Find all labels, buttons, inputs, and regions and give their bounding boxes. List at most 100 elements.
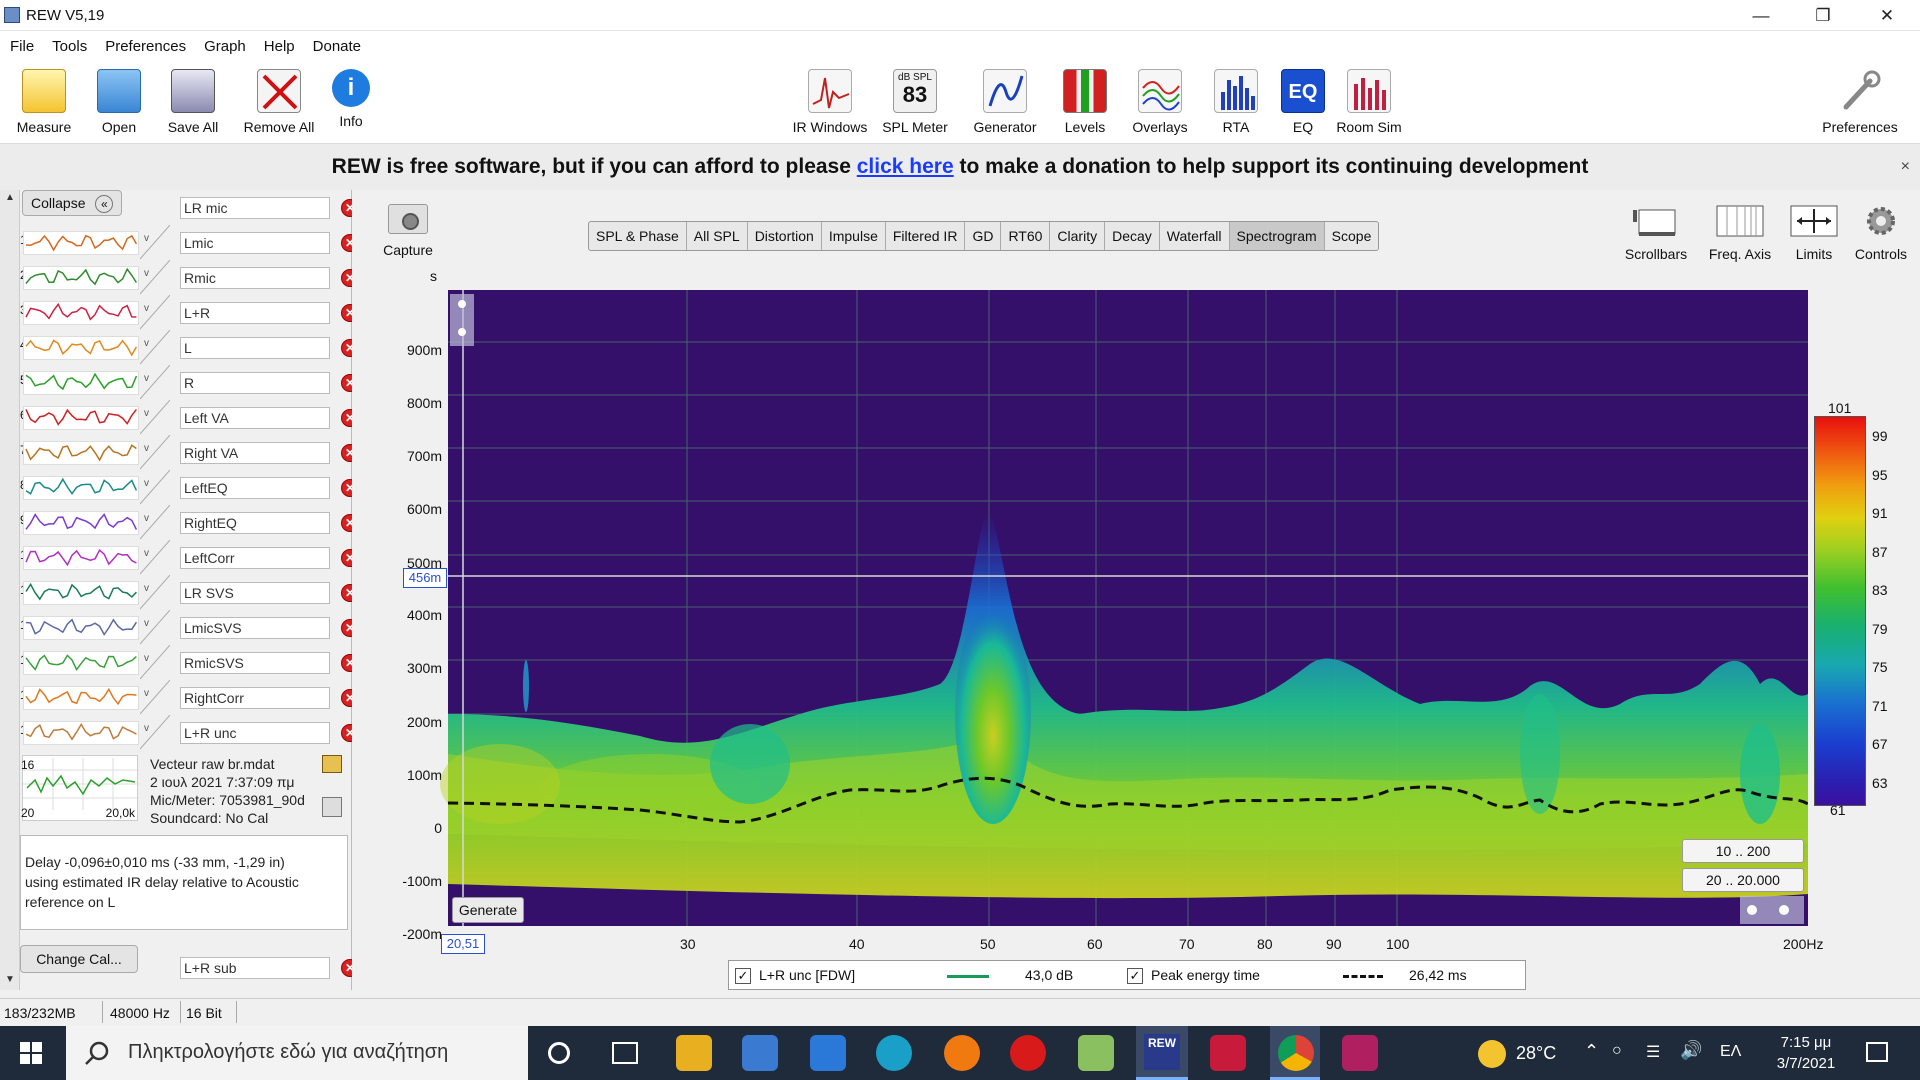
measurement-row[interactable]: 15vL+R unc✕ (20, 714, 359, 750)
scroll-up-icon[interactable]: ▲ (2, 192, 18, 206)
measurement-row[interactable]: 2vRmic✕ (20, 259, 359, 295)
measurement-thumbnail[interactable] (23, 441, 139, 465)
tab-gd[interactable]: GD (965, 222, 1002, 250)
donate-link[interactable]: click here (857, 155, 954, 178)
x-zoom-in-icon[interactable] (1779, 905, 1789, 915)
measurement-row[interactable]: 12vLmicSVS✕ (20, 609, 359, 645)
winrar-icon[interactable] (1342, 1035, 1378, 1071)
measurement-row[interactable]: 14vRightCorr✕ (20, 679, 359, 715)
freq-axis-button[interactable]: Freq. Axis (1702, 204, 1778, 262)
measurement-name-input[interactable]: LeftEQ (180, 477, 330, 499)
measurement-name-input[interactable]: L (180, 337, 330, 359)
chrome-taskbar-button[interactable] (1270, 1026, 1320, 1080)
measurement-row[interactable]: 5vR✕ (20, 364, 359, 400)
tab-filtered-ir[interactable]: Filtered IR (886, 222, 966, 250)
measurement-name-input[interactable]: RightEQ (180, 512, 330, 534)
tab-spectrogram[interactable]: Spectrogram (1229, 222, 1325, 250)
measurement-thumbnail[interactable] (23, 721, 139, 745)
remove-all-button[interactable]: Remove All (236, 67, 322, 143)
measurement-name-input[interactable]: R (180, 372, 330, 394)
archive-icon[interactable] (1078, 1035, 1114, 1071)
measurement-thumbnail[interactable] (23, 581, 139, 605)
cortana-icon[interactable] (548, 1042, 570, 1064)
menu-donate[interactable]: Donate (311, 36, 363, 57)
banner-close-icon[interactable]: × (1901, 144, 1910, 190)
info-button[interactable]: i Info (330, 67, 372, 143)
measurement-thumbnail[interactable] (23, 546, 139, 570)
capture-button[interactable]: Capture (378, 204, 438, 258)
tab-rt60[interactable]: RT60 (1001, 222, 1051, 250)
app-icon-red[interactable] (1210, 1035, 1246, 1071)
overlays-button[interactable]: Overlays (1126, 67, 1194, 143)
measurement-thumbnail[interactable] (23, 616, 139, 640)
measurement-thumbnail[interactable] (23, 406, 139, 430)
menu-preferences[interactable]: Preferences (103, 36, 188, 57)
measurement-thumbnail[interactable] (23, 511, 139, 535)
measurements-scrollbar[interactable]: ▲ ▼ (0, 190, 20, 990)
frequency-range-button[interactable]: 20 .. 20.000 (1682, 868, 1804, 892)
opera-icon[interactable] (1010, 1035, 1046, 1071)
spectrogram-plot[interactable] (380, 284, 1808, 960)
tab-scope[interactable]: Scope (1325, 222, 1379, 250)
tab-impulse[interactable]: Impulse (822, 222, 886, 250)
measurement-thumbnail[interactable] (23, 266, 139, 290)
series-1-checkbox[interactable]: ✓ (735, 968, 751, 984)
room-sim-button[interactable]: Room Sim (1334, 67, 1404, 143)
controls-button[interactable]: Controls (1850, 204, 1912, 262)
series-2-checkbox[interactable]: ✓ (1127, 968, 1143, 984)
measurement-name-input[interactable]: Lmic (180, 232, 330, 254)
tab-distortion[interactable]: Distortion (748, 222, 822, 250)
clock[interactable]: 7:15 μμ 3/7/2021 (1766, 1032, 1846, 1074)
measurement-name-input[interactable]: LeftCorr (180, 547, 330, 569)
mail-icon[interactable] (810, 1035, 846, 1071)
open-button[interactable]: Open (88, 67, 150, 143)
measurement-row[interactable]: 4vL✕ (20, 329, 359, 365)
measure-button[interactable]: Measure (10, 67, 78, 143)
measurement-name-input[interactable]: L+R unc (180, 722, 330, 744)
tab-decay[interactable]: Decay (1105, 222, 1160, 250)
measurement-row[interactable]: 11vLR SVS✕ (20, 574, 359, 610)
network-icon[interactable]: ○ (1612, 1042, 1622, 1060)
tray-chevron-icon[interactable]: ⌃ (1584, 1041, 1599, 1062)
language-indicator[interactable]: ΕΛ (1720, 1043, 1741, 1061)
tab-spl-phase[interactable]: SPL & Phase (589, 222, 687, 250)
ir-windows-button[interactable]: IR Windows (790, 67, 870, 143)
measurement-name-input[interactable]: L+R (180, 302, 330, 324)
tab-clarity[interactable]: Clarity (1050, 222, 1106, 250)
menu-tools[interactable]: Tools (50, 36, 89, 57)
measurement-row[interactable]: 8vLeftEQ✕ (20, 469, 359, 505)
time-range-button[interactable]: 10 .. 200 (1682, 839, 1804, 863)
measurement-thumbnail[interactable] (23, 476, 139, 500)
minimize-button[interactable]: — (1730, 0, 1792, 31)
measurement-thumbnail[interactable] (23, 231, 139, 255)
edge-icon[interactable] (876, 1035, 912, 1071)
close-button[interactable]: ✕ (1856, 0, 1918, 31)
menu-graph[interactable]: Graph (202, 36, 248, 57)
selected-thumbnail[interactable]: 16 20 20,0k (21, 755, 139, 821)
measurement-name-input[interactable]: RightCorr (180, 687, 330, 709)
preferences-button[interactable]: Preferences (1818, 67, 1902, 143)
measurement-row[interactable]: 13vRmicSVS✕ (20, 644, 359, 680)
store-icon[interactable] (742, 1035, 778, 1071)
windows-start-icon[interactable] (20, 1042, 42, 1064)
measurement-thumbnail[interactable] (23, 686, 139, 710)
measurement-name-input[interactable]: Right VA (180, 442, 330, 464)
measurement-row[interactable]: 6vLeft VA✕ (20, 399, 359, 435)
measurement-name-input[interactable]: RmicSVS (180, 652, 330, 674)
x-zoom-out-icon[interactable] (1747, 905, 1757, 915)
restore-button[interactable]: ❐ (1792, 0, 1854, 31)
measurement-name-input[interactable]: LmicSVS (180, 617, 330, 639)
file-explorer-icon[interactable] (676, 1035, 712, 1071)
limits-button[interactable]: Limits (1786, 204, 1842, 262)
measurement-thumbnail[interactable] (23, 301, 139, 325)
volume-icon[interactable]: 🔊 (1680, 1040, 1702, 1061)
measurement-row[interactable]: 7vRight VA✕ (20, 434, 359, 470)
weather-icon[interactable] (1478, 1040, 1506, 1068)
firefox-icon[interactable] (944, 1035, 980, 1071)
rta-button[interactable]: RTA (1208, 67, 1264, 143)
taskbar-search[interactable]: Πληκτρολογήστε εδώ για αναζήτηση (66, 1026, 528, 1080)
measurement-name-input[interactable]: L+R sub (180, 957, 330, 979)
notifications-icon[interactable] (1866, 1042, 1888, 1062)
measurement-row[interactable]: 9vRightEQ✕ (20, 504, 359, 540)
rew-taskbar-button[interactable]: REW (1136, 1026, 1188, 1080)
